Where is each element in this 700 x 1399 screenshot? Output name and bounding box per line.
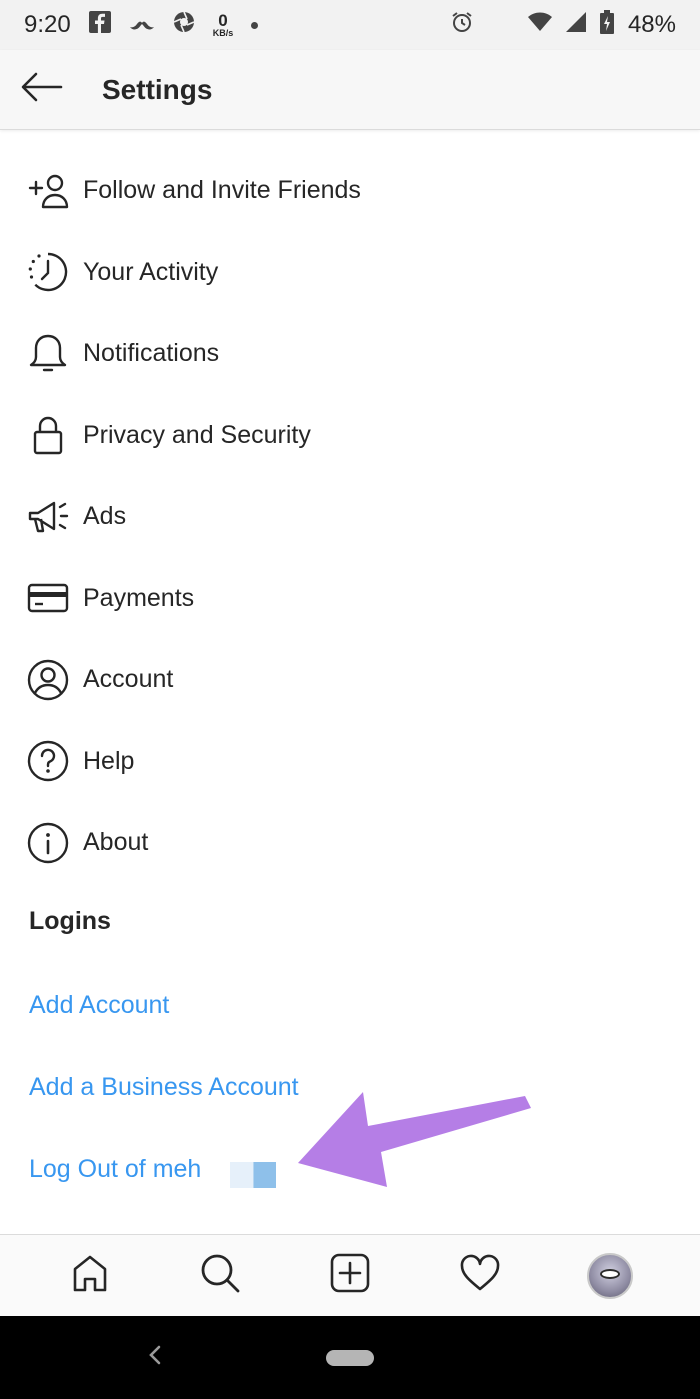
menu-item-label: Account xyxy=(83,665,174,694)
tab-activity[interactable] xyxy=(450,1246,510,1306)
page-title: Settings xyxy=(102,73,213,105)
tab-search[interactable] xyxy=(190,1246,250,1306)
status-bar: 9:20 0 KB/s 48% xyxy=(0,0,700,50)
menu-item-label: Your Activity xyxy=(83,257,219,286)
system-nav-bar xyxy=(0,1316,700,1399)
facebook-icon xyxy=(88,10,111,40)
menu-item-help[interactable]: Help xyxy=(0,721,700,803)
logins-section-title: Logins xyxy=(29,907,111,935)
add-person-icon xyxy=(26,169,70,213)
menu-item-label: Ads xyxy=(83,502,127,531)
info-circle-icon xyxy=(26,821,70,865)
redacted-username-blur xyxy=(230,1162,276,1188)
network-speed-value: 0 xyxy=(218,11,228,30)
app-header: Settings xyxy=(0,50,700,130)
chevron-left-icon xyxy=(148,1345,162,1370)
system-home-pill[interactable] xyxy=(326,1350,374,1366)
status-left: 9:20 0 KB/s xyxy=(24,10,259,40)
log-out-link[interactable]: Log Out of meh xyxy=(29,1155,201,1184)
menu-item-your-activity[interactable]: Your Activity xyxy=(0,232,700,314)
back-button[interactable] xyxy=(0,50,84,130)
menu-item-notifications[interactable]: Notifications xyxy=(0,313,700,395)
status-right: 48% xyxy=(450,9,676,41)
menu-item-account[interactable]: Account xyxy=(0,639,700,721)
heart-icon xyxy=(459,1254,501,1297)
lock-icon xyxy=(26,413,70,457)
notification-dot-icon xyxy=(251,21,259,29)
network-speed-unit: KB/s xyxy=(212,28,234,38)
tab-home[interactable] xyxy=(60,1246,120,1306)
bottom-tab-bar xyxy=(0,1234,700,1316)
battery-icon xyxy=(599,9,614,41)
question-circle-icon xyxy=(26,739,70,783)
search-icon xyxy=(199,1252,241,1299)
user-circle-icon xyxy=(26,658,70,702)
activity-clock-icon xyxy=(26,250,70,294)
add-business-account-link[interactable]: Add a Business Account xyxy=(29,1073,299,1102)
add-account-link[interactable]: Add Account xyxy=(29,991,169,1020)
menu-item-privacy-security[interactable]: Privacy and Security xyxy=(0,395,700,477)
network-speed: 0 KB/s xyxy=(213,12,234,38)
menu-item-payments[interactable]: Payments xyxy=(0,558,700,640)
menu-item-label: Payments xyxy=(83,583,195,612)
menu-item-follow-invite[interactable]: Follow and Invite Friends xyxy=(0,150,700,232)
menu-item-label: About xyxy=(83,828,149,857)
menu-item-label: Notifications xyxy=(83,339,220,368)
status-time: 9:20 xyxy=(24,11,71,38)
battery-percent: 48% xyxy=(627,11,676,38)
settings-menu: Follow and Invite Friends Your Activity … xyxy=(0,150,700,884)
aperture-icon xyxy=(173,11,195,40)
menu-item-label: Privacy and Security xyxy=(83,420,311,449)
tab-profile[interactable] xyxy=(580,1246,640,1306)
back-arrow-icon xyxy=(21,72,63,107)
credit-card-icon xyxy=(26,576,70,620)
profile-avatar xyxy=(587,1252,633,1299)
menu-item-label: Help xyxy=(83,746,135,775)
menu-item-about[interactable]: About xyxy=(0,802,700,884)
megaphone-icon xyxy=(26,495,70,539)
add-post-icon xyxy=(330,1253,370,1298)
home-icon xyxy=(70,1253,110,1298)
mustache-icon xyxy=(129,11,155,39)
menu-item-label: Follow and Invite Friends xyxy=(83,176,361,205)
system-back-button[interactable] xyxy=(140,1316,170,1399)
signal-icon xyxy=(565,11,586,39)
arrow-shape xyxy=(298,1092,531,1187)
alarm-icon xyxy=(450,10,474,41)
wifi-icon xyxy=(527,11,552,39)
bell-icon xyxy=(26,332,70,376)
tab-new-post[interactable] xyxy=(320,1246,380,1306)
menu-item-ads[interactable]: Ads xyxy=(0,476,700,558)
